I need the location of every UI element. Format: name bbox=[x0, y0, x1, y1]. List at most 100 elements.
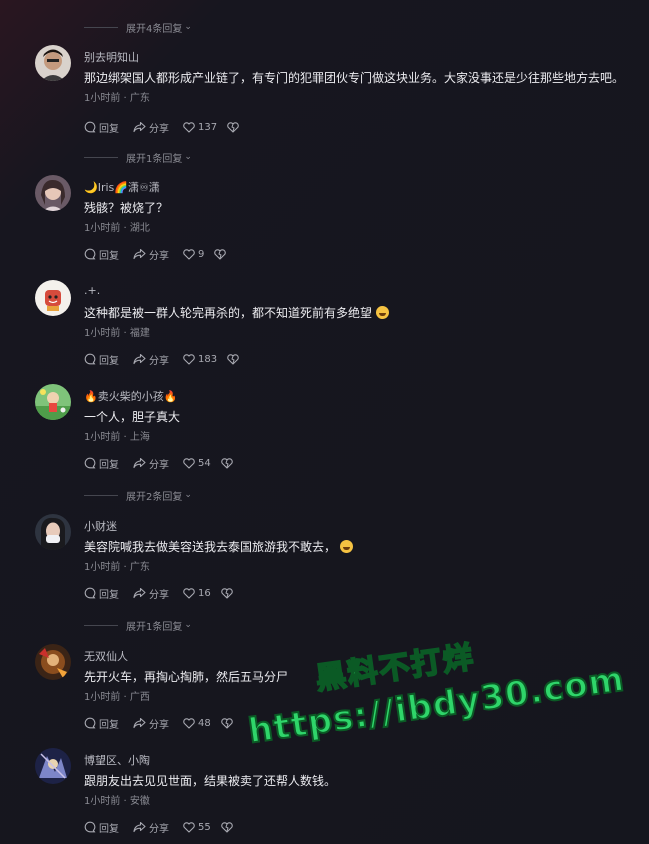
share-label: 分享 bbox=[149, 823, 169, 835]
reply-button[interactable]: 回复 bbox=[84, 352, 119, 367]
like-button[interactable]: 183 bbox=[183, 354, 217, 365]
share-button[interactable]: 分享 bbox=[133, 352, 169, 367]
comment-meta: 1小时前 · 广西 bbox=[84, 692, 150, 703]
chevron-down-icon: ⌄ bbox=[184, 620, 192, 630]
username[interactable]: 🔥卖火柴的小孩🔥 bbox=[84, 388, 177, 404]
share-label: 分享 bbox=[149, 719, 169, 731]
share-button[interactable]: 分享 bbox=[133, 820, 169, 835]
avatar[interactable] bbox=[35, 280, 71, 316]
share-button[interactable]: 分享 bbox=[133, 456, 169, 471]
dislike-button[interactable] bbox=[220, 821, 236, 833]
divider bbox=[84, 624, 118, 626]
expand-replies[interactable]: 展开1条回复 ⌄ bbox=[84, 150, 192, 165]
like-button[interactable]: 16 bbox=[183, 588, 211, 599]
like-button[interactable]: 9 bbox=[183, 249, 204, 260]
like-count: 137 bbox=[198, 121, 218, 133]
comment-meta: 1小时前 · 广东 bbox=[84, 562, 150, 573]
avatar[interactable] bbox=[35, 384, 71, 420]
broken-heart-icon bbox=[220, 821, 233, 833]
comment-meta: 1小时前 · 福建 bbox=[84, 328, 150, 339]
broken-heart-icon bbox=[220, 717, 233, 729]
comment-meta: 1小时前 · 安徽 bbox=[84, 796, 150, 807]
dislike-button[interactable] bbox=[227, 353, 242, 365]
dislike-button[interactable] bbox=[220, 457, 236, 469]
comment-text-content: 这种都是被一群人轮完再杀的，都不知道死前有多绝望 bbox=[84, 306, 373, 320]
share-icon bbox=[133, 248, 146, 260]
share-icon bbox=[133, 457, 146, 469]
like-count: 54 bbox=[198, 457, 211, 469]
share-icon bbox=[133, 717, 146, 729]
avatar[interactable] bbox=[35, 45, 71, 81]
avatar[interactable] bbox=[35, 644, 71, 680]
like-count: 55 bbox=[198, 821, 211, 833]
username[interactable]: 小财迷 bbox=[84, 518, 117, 534]
dislike-button[interactable] bbox=[220, 717, 236, 729]
like-button[interactable]: 48 bbox=[183, 718, 211, 729]
share-button[interactable]: 分享 bbox=[133, 247, 169, 262]
comment-meta: 1小时前 · 上海 bbox=[84, 432, 150, 443]
reply-label: 回复 bbox=[99, 823, 119, 835]
dislike-button[interactable] bbox=[227, 121, 242, 133]
reply-label: 回复 bbox=[99, 355, 119, 367]
reply-label: 回复 bbox=[99, 459, 119, 471]
share-button[interactable]: 分享 bbox=[133, 586, 169, 601]
expand-replies[interactable]: 展开2条回复 ⌄ bbox=[84, 488, 192, 503]
reply-button[interactable]: 回复 bbox=[84, 820, 119, 835]
reply-icon bbox=[84, 821, 96, 833]
reply-label: 回复 bbox=[99, 719, 119, 731]
chevron-down-icon: ⌄ bbox=[184, 490, 192, 500]
expand-label: 展开1条回复 bbox=[126, 153, 183, 165]
comment-text: 跟朋友出去见见世面，结果被卖了还帮人数钱。 bbox=[84, 774, 337, 788]
like-button[interactable]: 54 bbox=[183, 458, 211, 469]
avatar[interactable] bbox=[35, 514, 71, 550]
like-button[interactable]: 137 bbox=[183, 122, 217, 133]
reply-button[interactable]: 回复 bbox=[84, 120, 119, 135]
broken-heart-icon bbox=[220, 587, 233, 599]
share-icon bbox=[133, 121, 146, 133]
like-count: 183 bbox=[198, 353, 218, 365]
username[interactable]: 博望区、小陶 bbox=[84, 752, 150, 768]
expand-replies[interactable]: 展开4条回复 ⌄ bbox=[84, 20, 192, 35]
username[interactable]: .+. bbox=[84, 284, 100, 297]
reply-icon bbox=[84, 457, 96, 469]
reply-icon bbox=[84, 121, 96, 133]
username[interactable]: 别去明知山 bbox=[84, 49, 139, 65]
comment-actions: 回复 分享 16 bbox=[84, 586, 250, 601]
heart-icon bbox=[183, 717, 195, 729]
comment-text: 那边绑架国人都形成产业链了，有专门的犯罪团伙专门做这块业务。大家没事还是少往那些… bbox=[84, 71, 625, 85]
share-label: 分享 bbox=[149, 250, 169, 262]
like-count: 9 bbox=[198, 248, 205, 260]
reply-button[interactable]: 回复 bbox=[84, 247, 119, 262]
reply-button[interactable]: 回复 bbox=[84, 716, 119, 731]
like-button[interactable]: 55 bbox=[183, 822, 211, 833]
share-label: 分享 bbox=[149, 123, 169, 135]
reply-button[interactable]: 回复 bbox=[84, 456, 119, 471]
avatar[interactable] bbox=[35, 748, 71, 784]
avatar[interactable] bbox=[35, 175, 71, 211]
comment-text: 一个人，胆子真大 bbox=[84, 410, 181, 424]
comment-text-content: 美容院喊我去做美容送我去泰国旅游我不敢去， bbox=[84, 540, 337, 554]
username[interactable]: 🌙Iris🌈潇♾潇 bbox=[84, 179, 160, 195]
reply-label: 回复 bbox=[99, 123, 119, 135]
comment-actions: 回复 分享 137 bbox=[84, 120, 256, 135]
laughing-emoji-icon bbox=[340, 540, 354, 553]
share-button[interactable]: 分享 bbox=[133, 716, 169, 731]
divider bbox=[84, 26, 118, 28]
heart-icon bbox=[183, 821, 195, 833]
username[interactable]: 无双仙人 bbox=[84, 648, 128, 664]
broken-heart-icon bbox=[214, 248, 227, 260]
comment-meta: 1小时前 · 湖北 bbox=[84, 223, 150, 234]
divider bbox=[84, 156, 118, 158]
broken-heart-icon bbox=[220, 457, 233, 469]
expand-replies[interactable]: 展开1条回复 ⌄ bbox=[84, 618, 192, 633]
share-button[interactable]: 分享 bbox=[133, 120, 169, 135]
share-icon bbox=[133, 353, 146, 365]
like-count: 16 bbox=[198, 587, 211, 599]
comment-text: 这种都是被一群人轮完再杀的，都不知道死前有多绝望 bbox=[84, 304, 390, 321]
comment-meta: 1小时前 · 广东 bbox=[84, 93, 150, 104]
heart-icon bbox=[183, 121, 195, 133]
heart-icon bbox=[183, 587, 195, 599]
reply-button[interactable]: 回复 bbox=[84, 586, 119, 601]
dislike-button[interactable] bbox=[220, 587, 236, 599]
dislike-button[interactable] bbox=[214, 248, 229, 260]
